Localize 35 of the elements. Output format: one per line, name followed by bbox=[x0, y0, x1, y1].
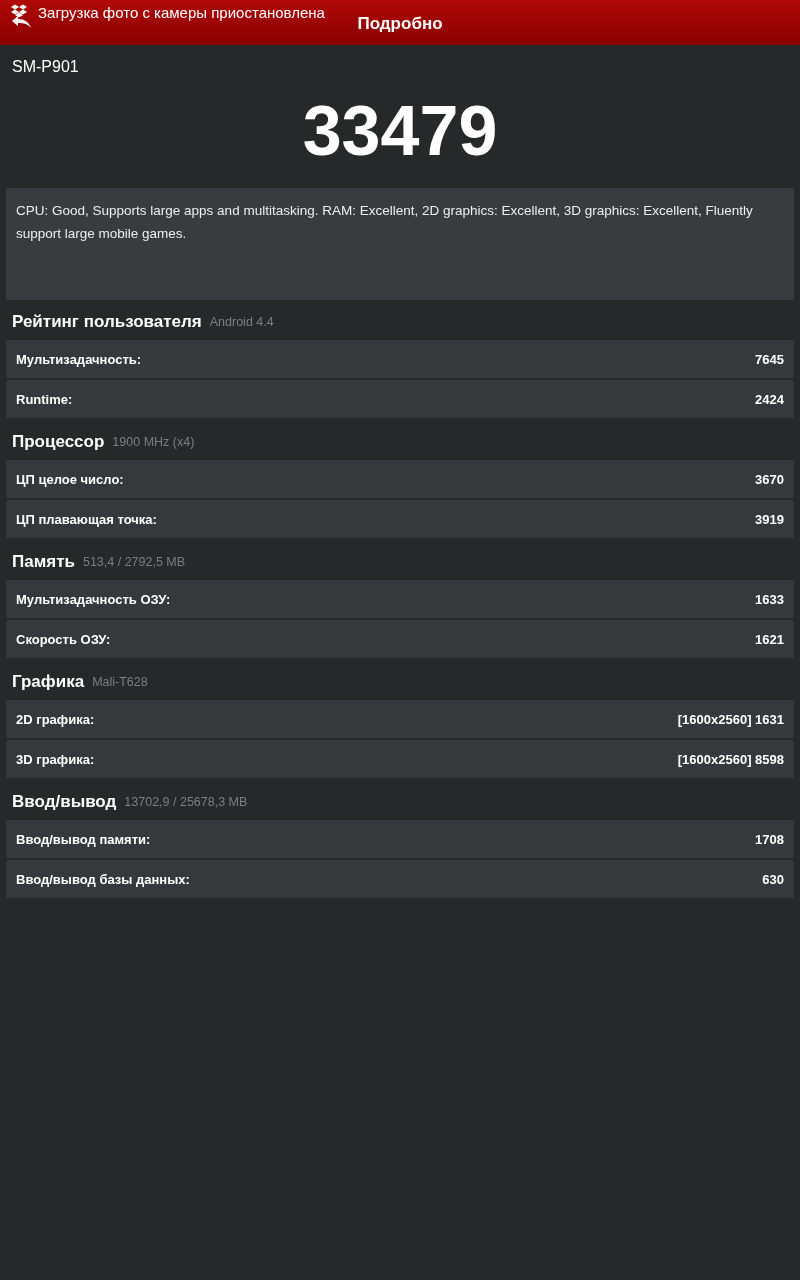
row-value: 2424 bbox=[755, 391, 784, 407]
section-subtitle: 1900 MHz (x4) bbox=[112, 435, 195, 449]
row-label: 3D графика: bbox=[16, 751, 95, 767]
section-subtitle: 513,4 / 2792,5 MB bbox=[82, 555, 186, 569]
row-value: 3919 bbox=[755, 511, 784, 527]
row-value: [1600x2560] 1631 bbox=[677, 711, 784, 727]
row-label: Ввод/вывод памяти: bbox=[16, 831, 151, 847]
row-label: Мультизадачность: bbox=[16, 351, 142, 367]
row-label: ЦП плавающая точка: bbox=[16, 511, 157, 527]
row-label: 2D графика: bbox=[16, 711, 95, 727]
row-label: Мультизадачность ОЗУ: bbox=[16, 591, 171, 607]
row-label: Runtime: bbox=[16, 391, 73, 407]
row-value: 630 bbox=[762, 871, 784, 887]
section-title: Ввод/вывод bbox=[12, 792, 117, 812]
section-subtitle: Mali-T628 bbox=[92, 675, 148, 689]
notification-text: Загрузка фото с камеры приостановлена bbox=[38, 3, 325, 23]
page-title: Подробно bbox=[357, 13, 443, 34]
row-label: ЦП целое число: bbox=[16, 471, 124, 487]
row-value: 7645 bbox=[755, 351, 784, 367]
row-value: 1621 bbox=[755, 631, 784, 647]
row-value: 1708 bbox=[755, 831, 784, 847]
row-value: 1633 bbox=[755, 591, 784, 607]
row-value: [1600x2560] 8598 bbox=[677, 751, 784, 767]
row-label: Скорость ОЗУ: bbox=[16, 631, 111, 647]
description-text: CPU: Good, Supports large apps and multitasking. RAM: Excellent, 2D graphics: Excellent, 3D graphics: Excellent, Fluently support large mobile games. bbox=[16, 203, 753, 241]
row-value: 3670 bbox=[755, 471, 784, 487]
section-title: Память bbox=[12, 552, 75, 572]
device-name: SM-P901 bbox=[11, 57, 80, 77]
total-score: 33479 bbox=[301, 91, 499, 172]
section-title: Процессор bbox=[12, 432, 105, 452]
section-subtitle: 13702,9 / 25678,3 MB bbox=[124, 795, 248, 809]
section-subtitle: Android 4.4 bbox=[209, 315, 274, 329]
section-title: Графика bbox=[12, 672, 85, 692]
section-title: Рейтинг пользователя bbox=[12, 312, 202, 332]
row-label: Ввод/вывод базы данных: bbox=[16, 871, 190, 887]
